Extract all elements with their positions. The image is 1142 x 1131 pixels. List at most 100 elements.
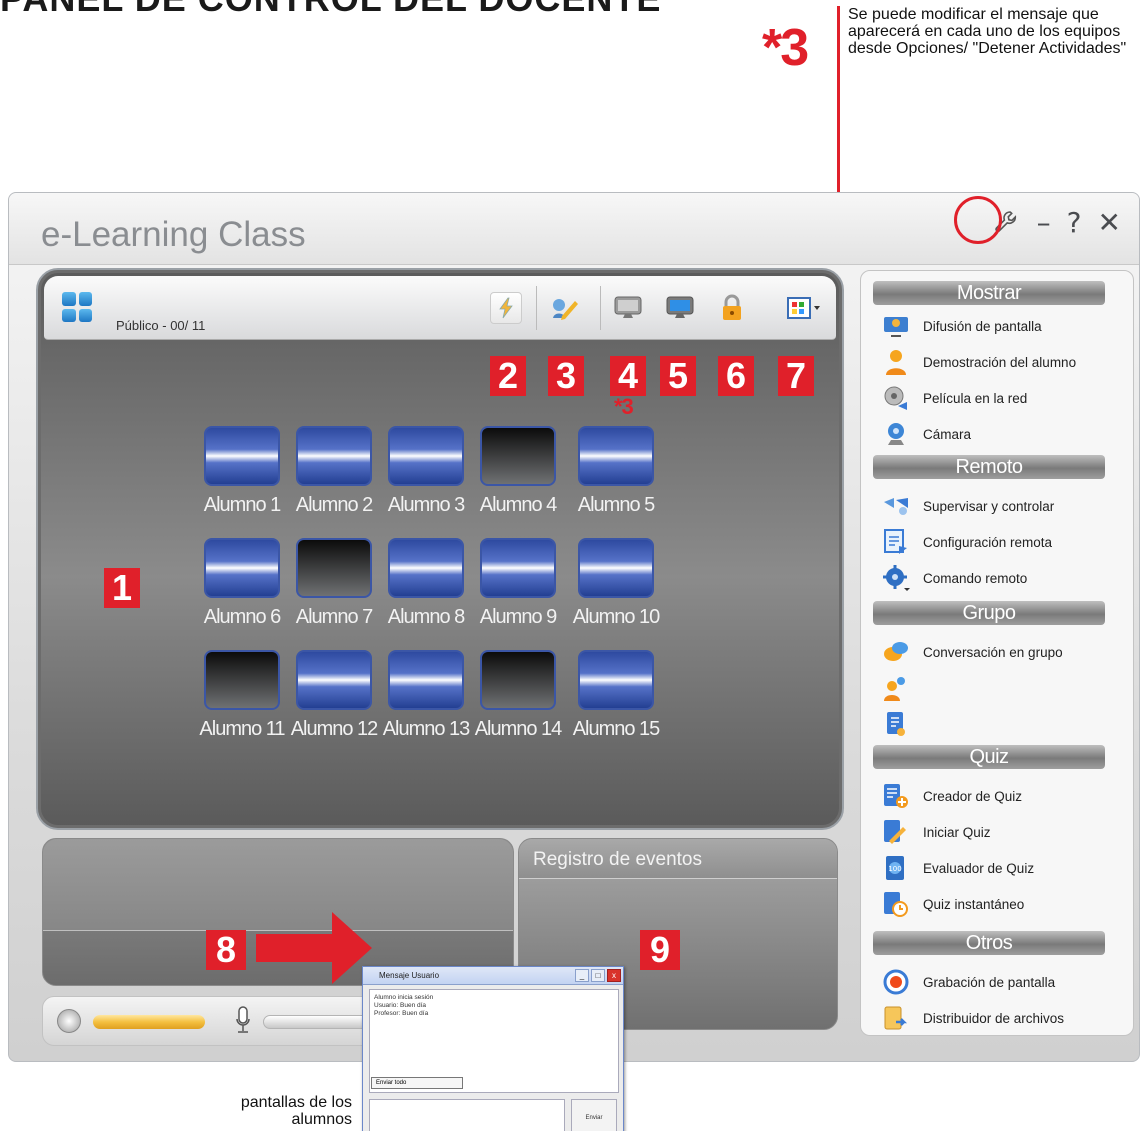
view-label: Público - 00/ 11 <box>116 318 206 333</box>
section-header-quiz: Quiz <box>873 745 1105 769</box>
arrow-8 <box>256 934 336 962</box>
speaker-icon[interactable] <box>57 1009 81 1033</box>
remote-config-icon <box>881 527 911 557</box>
toolbar-separator <box>600 286 601 330</box>
sidebar-item-label: Iniciar Quiz <box>923 824 991 840</box>
sidebar-item-student-demo[interactable]: Demostración del alumno <box>881 347 1076 377</box>
close-button[interactable]: ✕ <box>1098 206 1121 239</box>
annotation-marker: *3 <box>762 19 809 77</box>
sidebar-item-file-distributor[interactable]: Distribuidor de archivos <box>881 1003 1064 1033</box>
layout-menu-icon[interactable] <box>784 292 824 324</box>
sidebar-item-quiz-creator[interactable]: Creador de Quiz <box>881 781 1022 811</box>
instant-quiz-icon <box>881 889 911 919</box>
student-computer-icon[interactable] <box>204 538 280 598</box>
function-sidebar: Mostrar Difusión de pantalla Demostració… <box>860 270 1134 1036</box>
broadcast-pencil-icon[interactable] <box>548 292 580 324</box>
student-computer-icon[interactable] <box>296 650 372 710</box>
student-label: Alumno 9 <box>479 606 558 628</box>
sidebar-item-label: Conversación en grupo <box>923 644 1063 660</box>
student-computer-icon[interactable] <box>480 650 556 710</box>
message-panel-upper <box>43 839 513 931</box>
minimize-button[interactable]: – <box>1037 206 1051 239</box>
sidebar-item-group-file[interactable] <box>881 709 911 739</box>
sidebar-item-label: Creador de Quiz <box>923 788 1023 804</box>
callout-9: 9 <box>640 930 680 970</box>
student-icon <box>881 347 911 377</box>
document-icon <box>881 709 911 739</box>
sidebar-item-remote-command[interactable]: Comando remoto <box>881 563 1027 593</box>
student-label: Alumno 5 <box>577 494 656 516</box>
chat-window-controls: _ □ x <box>575 969 621 982</box>
section-header-otros: Otros <box>873 931 1105 955</box>
sidebar-item-group-members[interactable] <box>881 673 911 703</box>
monitor-blue-icon[interactable] <box>664 292 696 324</box>
student-computer-icon[interactable] <box>204 426 280 486</box>
section-header-mostrar: Mostrar <box>873 281 1105 305</box>
student-label: Alumno 10 <box>572 606 661 628</box>
student-computer-icon[interactable] <box>296 426 372 486</box>
help-button[interactable]: ? <box>1067 206 1082 239</box>
sidebar-item-start-quiz[interactable]: Iniciar Quiz <box>881 817 991 847</box>
student-computer-icon[interactable] <box>578 538 654 598</box>
microphone-icon[interactable] <box>235 1005 250 1037</box>
sidebar-item-instant-quiz[interactable]: Quiz instantáneo <box>881 889 1024 919</box>
sidebar-item-screen-broadcast[interactable]: Difusión de pantalla <box>881 311 1042 341</box>
chat-title-bar: Mensaje Usuario _ □ x <box>363 967 623 985</box>
callout-3: 3 <box>548 356 584 396</box>
sidebar-item-remote-config[interactable]: Configuración remota <box>881 527 1052 557</box>
student-computer-icon[interactable] <box>388 426 464 486</box>
chat-maximize-button[interactable]: □ <box>591 969 605 982</box>
chat-input[interactable] <box>369 1099 565 1131</box>
callout-8: 8 <box>206 930 246 970</box>
student-computer-icon[interactable] <box>204 650 280 710</box>
student-computer-icon[interactable] <box>578 650 654 710</box>
student-computer-icon[interactable] <box>480 426 556 486</box>
sidebar-item-label: Distribuidor de archivos <box>923 1010 1065 1026</box>
message-panel <box>42 838 514 986</box>
student-label: Alumno 15 <box>572 718 661 740</box>
sidebar-item-group-chat[interactable]: Conversación en grupo <box>881 637 1063 667</box>
student-computer-icon[interactable] <box>388 538 464 598</box>
sidebar-item-label: Demostración del alumno <box>923 354 1077 370</box>
student-computer-icon[interactable] <box>388 650 464 710</box>
send-button[interactable]: Enviar <box>571 1099 617 1131</box>
callout-6: 6 <box>718 356 754 396</box>
broadcast-screen-icon <box>881 311 911 341</box>
sidebar-item-quiz-grader[interactable]: 100 Evaluador de Quiz <box>881 853 1034 883</box>
sidebar-item-label: Supervisar y controlar <box>923 498 1055 514</box>
chat-close-button[interactable]: x <box>607 969 621 982</box>
sidebar-item-screen-recording[interactable]: Grabación de pantalla <box>881 967 1055 997</box>
file-distributor-icon <box>881 1003 911 1033</box>
page-heading: PANEL DE CONTROL DEL DOCENTE <box>0 0 661 20</box>
chat-minimize-button[interactable]: _ <box>575 969 589 982</box>
sidebar-item-network-movie[interactable]: Película en la red <box>881 383 1027 413</box>
recipient-select[interactable]: Enviar todo <box>371 1077 463 1089</box>
sidebar-item-camera[interactable]: Cámara <box>881 419 971 449</box>
volume-slider[interactable] <box>93 1015 205 1029</box>
chat-title: Mensaje Usuario <box>379 971 440 980</box>
record-icon <box>881 967 911 997</box>
annotation-caption: pantallas de los alumnos <box>240 1094 352 1128</box>
callout-1: 1 <box>104 568 140 608</box>
callout-4-note: *3 <box>614 394 634 419</box>
chat-bubble-icon <box>881 637 911 667</box>
chat-line: Profesor: Buen día <box>374 1010 429 1017</box>
grid-view-icon[interactable] <box>62 292 92 322</box>
sidebar-item-monitor-control[interactable]: Supervisar y controlar <box>881 491 1054 521</box>
student-label: Alumno 4 <box>479 494 558 516</box>
callout-4: 4 <box>610 356 646 396</box>
quiz-creator-icon <box>881 781 911 811</box>
student-computer-icon[interactable] <box>578 426 654 486</box>
student-computer-icon[interactable] <box>480 538 556 598</box>
start-quiz-icon <box>881 817 911 847</box>
lock-icon[interactable] <box>716 292 748 324</box>
toolbar-separator <box>536 286 537 330</box>
lightning-icon[interactable] <box>490 292 522 324</box>
monitor-gray-icon[interactable] <box>612 292 644 324</box>
film-reel-icon <box>881 383 911 413</box>
svg-text:100: 100 <box>888 865 901 873</box>
student-computer-icon[interactable] <box>296 538 372 598</box>
annotation-note: Se puede modificar el mensaje que aparec… <box>848 6 1127 57</box>
sidebar-item-label: Evaluador de Quiz <box>923 860 1035 876</box>
section-header-remoto: Remoto <box>873 455 1105 479</box>
